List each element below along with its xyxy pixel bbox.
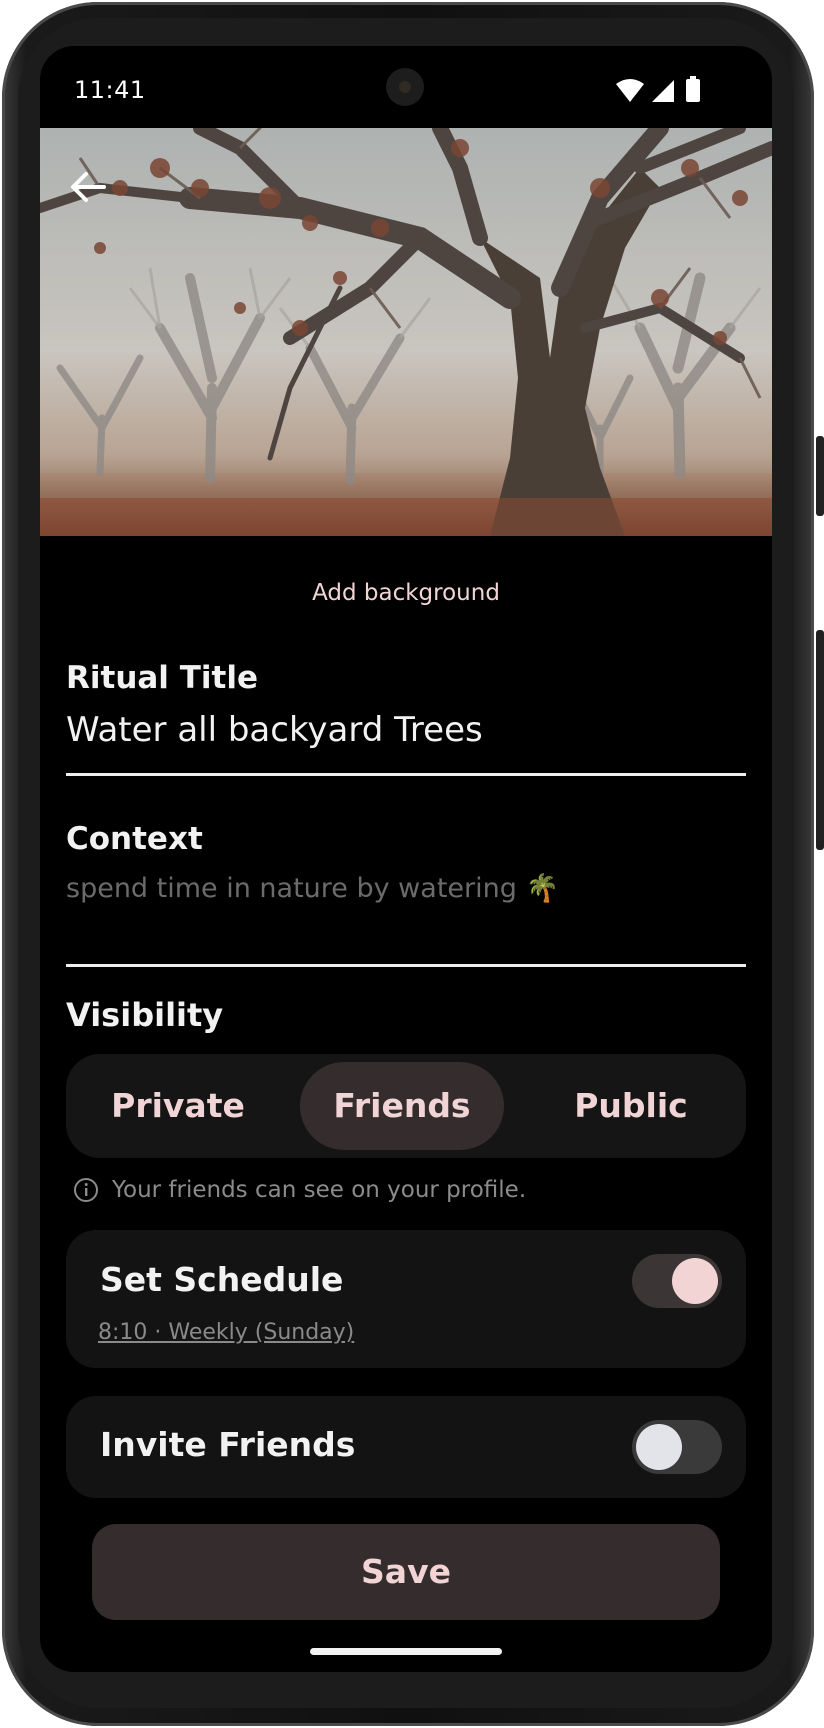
visibility-option-private[interactable]: Private [80, 1062, 276, 1150]
ritual-title-underline [66, 773, 746, 776]
toggle-knob [636, 1424, 682, 1470]
home-indicator[interactable] [310, 1648, 502, 1655]
status-time: 11:41 [74, 76, 146, 104]
set-schedule-title: Set Schedule [100, 1260, 344, 1299]
power-button [816, 436, 824, 516]
context-underline [66, 964, 746, 967]
visibility-option-friends[interactable]: Friends [300, 1062, 504, 1150]
info-circle-icon [74, 1178, 98, 1202]
battery-icon [686, 76, 700, 102]
back-button[interactable] [64, 162, 114, 212]
visibility-option-public[interactable]: Public [526, 1062, 736, 1150]
visibility-info-text: Your friends can see on your profile. [112, 1177, 527, 1203]
arrow-left-icon [71, 172, 106, 202]
visibility-segmented-control: Private Friends Public [66, 1054, 746, 1158]
add-background-button[interactable]: Add background [40, 580, 772, 606]
invite-friends-toggle[interactable] [632, 1420, 722, 1474]
front-camera [386, 68, 424, 106]
invite-friends-card[interactable]: Invite Friends [66, 1396, 746, 1498]
wifi-icon [616, 79, 644, 102]
signal-icon [652, 80, 674, 102]
context-input[interactable]: spend time in nature by watering 🌴 [66, 872, 559, 904]
ritual-background-image[interactable] [40, 128, 772, 536]
set-schedule-toggle[interactable] [632, 1254, 722, 1308]
ritual-title-input[interactable]: Water all backyard Trees [66, 710, 483, 750]
invite-friends-title: Invite Friends [100, 1425, 356, 1464]
status-icons [616, 76, 726, 104]
set-schedule-card[interactable]: Set Schedule 8:10 · Weekly (Sunday) [66, 1230, 746, 1368]
schedule-summary-link[interactable]: 8:10 · Weekly (Sunday) [98, 1320, 354, 1345]
status-bar: 11:41 [40, 46, 772, 128]
visibility-label: Visibility [66, 996, 224, 1034]
ritual-title-label: Ritual Title [66, 660, 258, 696]
app-screen: 11:41 Add background Ritual Title Water … [40, 46, 772, 1672]
volume-button [816, 630, 824, 850]
context-label: Context [66, 821, 203, 857]
phone-device: 11:41 Add background Ritual Title Water … [0, 0, 824, 1728]
toggle-knob [672, 1258, 718, 1304]
save-button[interactable]: Save [92, 1524, 720, 1620]
